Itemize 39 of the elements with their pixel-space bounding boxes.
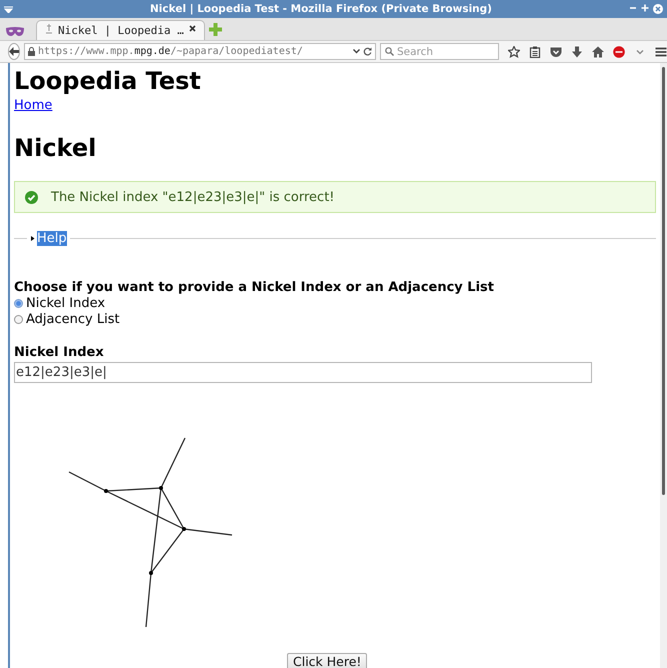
radio-button[interactable] <box>14 314 23 324</box>
field-label: Nickel Index <box>14 345 104 360</box>
maximize-icon[interactable] <box>641 4 649 12</box>
search-field[interactable]: Search <box>380 43 499 60</box>
check-circle-icon <box>25 190 38 204</box>
tab-title: Nickel | Loopedia … <box>58 24 184 37</box>
site-title: Loopedia Test <box>14 68 201 95</box>
minimize-icon[interactable] <box>629 4 637 12</box>
download-icon[interactable] <box>571 46 583 58</box>
lock-icon <box>28 47 35 56</box>
reload-icon[interactable] <box>363 47 372 56</box>
radio-button[interactable] <box>14 298 23 308</box>
stop-sign-icon[interactable] <box>613 46 625 58</box>
browser-tab[interactable]: Nickel | Loopedia … <box>36 20 205 40</box>
page-heading: Nickel <box>14 135 96 162</box>
page-icon <box>45 23 53 34</box>
clipboard-icon[interactable] <box>529 46 541 58</box>
window-title: Nickel | Loopedia Test - Mozilla Firefox (Private Browsing) <box>149 3 493 15</box>
menu-icon[interactable] <box>655 46 667 58</box>
dropdown-icon[interactable] <box>353 49 360 54</box>
window-menu-icon[interactable] <box>4 6 13 12</box>
radio-label[interactable]: Adjacency List <box>26 312 120 326</box>
help-toggle[interactable]: Help <box>37 230 67 246</box>
radio-label[interactable]: Nickel Index <box>26 296 106 310</box>
question-label: Choose if you want to provide a Nickel Index or an Adjacency List <box>14 280 494 295</box>
mask-icon <box>6 27 24 36</box>
home-icon[interactable] <box>592 46 604 58</box>
pocket-icon[interactable] <box>550 46 562 58</box>
alert-message: The Nickel index "e12|e23|e3|e|" is correct! <box>51 190 335 204</box>
url-field[interactable]: https://www.mpp.mpg.de/~papara/loopediatest/ <box>24 43 376 60</box>
home-link[interactable]: Home <box>14 98 52 113</box>
close-tab-icon[interactable] <box>188 25 196 32</box>
collapsed-triangle-icon[interactable] <box>30 236 35 240</box>
bookmark-star-icon[interactable] <box>508 46 520 58</box>
input-field[interactable]: e12|e23|e3|e| <box>14 362 592 383</box>
close-icon[interactable] <box>653 4 663 14</box>
scrollbar[interactable] <box>660 63 667 668</box>
back-button[interactable] <box>8 43 20 60</box>
submit-button[interactable]: Click Here! <box>287 653 368 668</box>
